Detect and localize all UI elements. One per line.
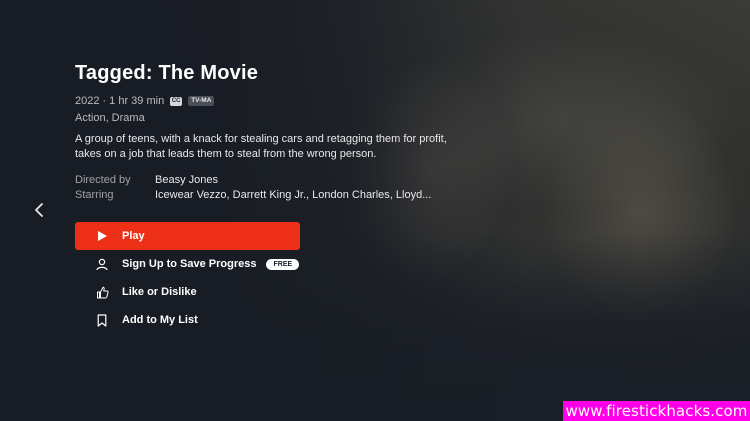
cast-row: Starring Icewear Vezzo, Darrett King Jr.… <box>75 188 465 203</box>
play-button[interactable]: Play <box>75 222 300 250</box>
add-to-list-label: Add to My List <box>122 314 198 326</box>
directed-by-label: Directed by <box>75 174 131 186</box>
meta-separator: · <box>102 95 107 107</box>
movie-meta: 2022 · 1 hr 39 min CC TV-MA <box>75 94 465 108</box>
movie-genres: Action, Drama <box>75 112 145 124</box>
movie-duration: 1 hr 39 min <box>109 95 165 107</box>
starring-label: Starring <box>75 189 114 201</box>
sign-up-button[interactable]: Sign Up to Save Progress FREE <box>75 250 300 278</box>
movie-credits: Directed by Beasy Jones Starring Icewear… <box>75 173 465 203</box>
thumbs-up-icon <box>95 285 109 299</box>
free-badge: FREE <box>266 258 300 270</box>
watermark-banner: www.firestickhacks.com <box>563 401 750 421</box>
director-row: Directed by Beasy Jones <box>75 173 465 188</box>
movie-description: A group of teens, with a knack for steal… <box>75 133 447 160</box>
director-name: Beasy Jones <box>155 174 218 186</box>
closed-captions-icon: CC <box>170 96 183 106</box>
add-to-list-button[interactable]: Add to My List <box>75 306 300 334</box>
movie-year: 2022 <box>75 95 100 107</box>
user-icon <box>95 257 109 271</box>
chevron-left-icon[interactable] <box>33 202 47 218</box>
rating-badge: TV-MA <box>188 96 215 106</box>
play-icon <box>95 229 109 243</box>
action-list: Play Sign Up to Save Progress FREE Like … <box>75 222 300 334</box>
like-dislike-button[interactable]: Like or Dislike <box>75 278 300 306</box>
sign-up-label: Sign Up to Save Progress <box>122 258 257 270</box>
play-label: Play <box>122 230 145 242</box>
bookmark-icon <box>95 313 109 327</box>
cast-names: Icewear Vezzo, Darrett King Jr., London … <box>155 189 432 201</box>
like-dislike-label: Like or Dislike <box>122 286 197 298</box>
movie-title: Tagged: The Movie <box>75 62 259 84</box>
movie-details: Tagged: The Movie 2022 · 1 hr 39 min CC … <box>75 60 465 203</box>
